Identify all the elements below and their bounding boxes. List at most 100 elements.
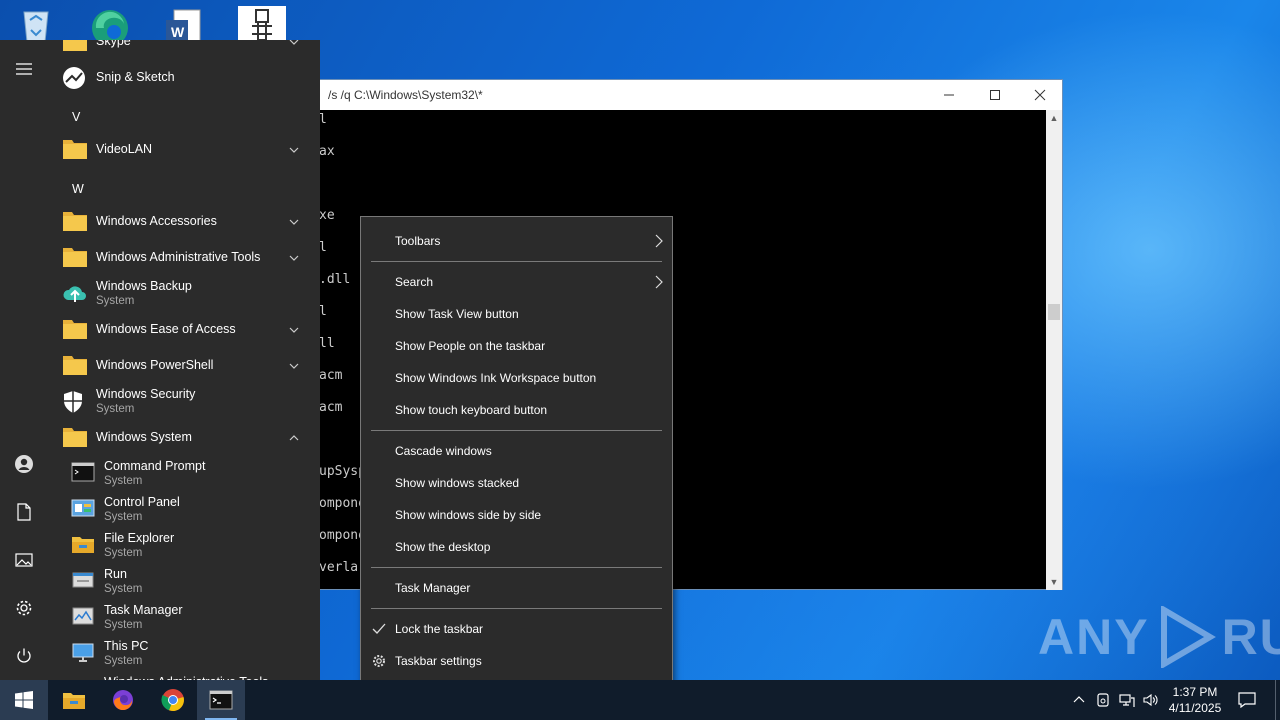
- folder-windows-accessories[interactable]: Windows Accessories: [48, 204, 320, 240]
- start-button[interactable]: [0, 680, 48, 720]
- menu-item-lock-the-taskbar[interactable]: Lock the taskbar: [361, 613, 672, 645]
- app-name: Windows Ease of Access: [96, 322, 236, 336]
- chevron-down-icon[interactable]: [288, 216, 300, 228]
- folder-windows-administrative-tools[interactable]: Windows Administrative Tools: [48, 240, 320, 276]
- app-windows-backup[interactable]: Windows Backup System: [48, 276, 320, 312]
- app-file-explorer[interactable]: File Explorer System: [48, 528, 320, 564]
- chevron-down-icon[interactable]: [288, 324, 300, 336]
- menu-item-show-windows-side-by-side[interactable]: Show windows side by side: [361, 499, 672, 531]
- console-titlebar[interactable]: /s /q C:\Windows\System32\*: [301, 80, 1062, 110]
- firefox-taskbar-button[interactable]: [99, 680, 147, 720]
- chevron-up-icon[interactable]: [288, 432, 300, 444]
- section-letter-v[interactable]: V: [72, 110, 80, 124]
- app-control-panel[interactable]: Control Panel System: [48, 492, 320, 528]
- console-line: ompone: [319, 528, 366, 543]
- menu-item-cascade-windows[interactable]: Cascade windows: [361, 435, 672, 467]
- user-account-icon[interactable]: [0, 440, 48, 488]
- app-run[interactable]: Run System: [48, 564, 320, 600]
- checkmark-icon: [372, 622, 386, 636]
- app-name: Windows Accessories: [96, 214, 217, 228]
- chevron-down-icon[interactable]: [288, 360, 300, 372]
- chevron-down-icon[interactable]: [288, 40, 300, 48]
- menu-item-task-manager[interactable]: Task Manager: [361, 572, 672, 604]
- volume-icon[interactable]: [1142, 691, 1160, 709]
- app-name: This PC: [104, 639, 149, 653]
- word-document-icon[interactable]: W: [162, 6, 206, 43]
- app-detail: System: [96, 295, 135, 307]
- section-letter-w[interactable]: W: [72, 182, 84, 196]
- notification-center-icon[interactable]: [1238, 691, 1256, 709]
- command-prompt-taskbar-button[interactable]: [197, 680, 245, 720]
- close-icon: [1034, 89, 1046, 101]
- app-windows-administrative-tools[interactable]: Windows Administrative Tools: [48, 672, 320, 680]
- documents-icon[interactable]: [0, 488, 48, 536]
- folder-windows-powershell[interactable]: Windows PowerShell: [48, 348, 320, 384]
- maximize-button[interactable]: [972, 80, 1018, 110]
- menu-item-label: Show windows stacked: [395, 476, 520, 490]
- menu-item-show-windows-ink-workspace-button[interactable]: Show Windows Ink Workspace button: [361, 362, 672, 394]
- this-pc-icon: [71, 642, 97, 666]
- scroll-up-icon[interactable]: ▲: [1046, 110, 1062, 126]
- minimize-button[interactable]: [926, 80, 972, 110]
- taskbar-context-menu: Toolbars Search Show Task View button Show …: [360, 216, 673, 686]
- chevron-up-icon[interactable]: [1070, 691, 1088, 709]
- chrome-taskbar-button[interactable]: [149, 680, 197, 720]
- scroll-down-icon[interactable]: ▼: [1046, 574, 1062, 590]
- hamburger-menu-icon[interactable]: [0, 45, 48, 93]
- folder-icon: [62, 426, 88, 450]
- app-command-prompt[interactable]: Command Prompt System: [48, 456, 320, 492]
- menu-item-show-the-desktop[interactable]: Show the desktop: [361, 531, 672, 563]
- recycle-bin-icon[interactable]: [14, 6, 58, 43]
- menu-item-label: Show the desktop: [395, 540, 491, 554]
- app-windows-security[interactable]: Windows Security System: [48, 384, 320, 420]
- watermark-text-run: RUN: [1221, 609, 1280, 665]
- app-task-manager[interactable]: Task Manager System: [48, 600, 320, 636]
- menu-item-label: Taskbar settings: [395, 654, 482, 668]
- console-line: ompone: [319, 496, 366, 511]
- network-icon[interactable]: [1118, 691, 1136, 709]
- app-name: Windows Security: [96, 387, 196, 401]
- pictures-icon[interactable]: [0, 536, 48, 584]
- program-shortcut-icon[interactable]: [238, 6, 286, 42]
- menu-item-label: Show People on the taskbar: [395, 339, 546, 353]
- chevron-down-icon[interactable]: [288, 144, 300, 156]
- folder-videolan[interactable]: VideoLAN: [48, 132, 320, 168]
- menu-item-show-people-on-the-taskbar[interactable]: Show People on the taskbar: [361, 330, 672, 362]
- menu-item-show-touch-keyboard-button[interactable]: Show touch keyboard button: [361, 394, 672, 426]
- console-line: ll: [319, 336, 335, 351]
- show-desktop-button[interactable]: [1275, 680, 1280, 720]
- folder-icon: [62, 354, 88, 378]
- file-explorer-taskbar-button[interactable]: [50, 680, 98, 720]
- app-list: Skype Snip & Sketch V VideoLAN W Windows Acce…: [48, 40, 320, 680]
- menu-item-toolbars[interactable]: Toolbars: [361, 225, 672, 257]
- close-button[interactable]: [1017, 80, 1063, 110]
- edge-icon[interactable]: [88, 6, 132, 46]
- app-name: Windows Administrative Tools: [96, 250, 261, 264]
- maximize-icon: [990, 90, 1000, 100]
- scroll-thumb[interactable]: [1048, 304, 1060, 320]
- app-this-pc[interactable]: This PC System: [48, 636, 320, 672]
- app-snip-sketch[interactable]: Snip & Sketch: [48, 60, 320, 96]
- console-scrollbar[interactable]: ▲ ▼: [1046, 110, 1062, 590]
- backup-icon: [62, 282, 88, 306]
- clock-date: 4/11/2025: [1168, 701, 1222, 715]
- app-name: Task Manager: [104, 603, 183, 617]
- settings-icon[interactable]: [0, 584, 48, 632]
- app-detail: System: [104, 619, 143, 631]
- menu-item-label: Task Manager: [395, 581, 471, 595]
- system-clock[interactable]: 1:37 PM 4/11/2025: [1160, 684, 1230, 716]
- chevron-down-icon[interactable]: [288, 252, 300, 264]
- folder-windows-system[interactable]: Windows System: [48, 420, 320, 456]
- console-line: l: [319, 240, 327, 255]
- folder-windows-ease-of-access[interactable]: Windows Ease of Access: [48, 312, 320, 348]
- menu-separator: [371, 261, 662, 262]
- device-icon[interactable]: [1094, 691, 1112, 709]
- menu-separator: [371, 430, 662, 431]
- power-icon[interactable]: [0, 632, 48, 680]
- menu-item-taskbar-settings[interactable]: Taskbar settings: [361, 645, 672, 677]
- folder-skype[interactable]: Skype: [48, 40, 320, 60]
- app-name: Windows System: [96, 430, 192, 444]
- menu-item-search[interactable]: Search: [361, 266, 672, 298]
- menu-item-show-windows-stacked[interactable]: Show windows stacked: [361, 467, 672, 499]
- menu-item-show-task-view-button[interactable]: Show Task View button: [361, 298, 672, 330]
